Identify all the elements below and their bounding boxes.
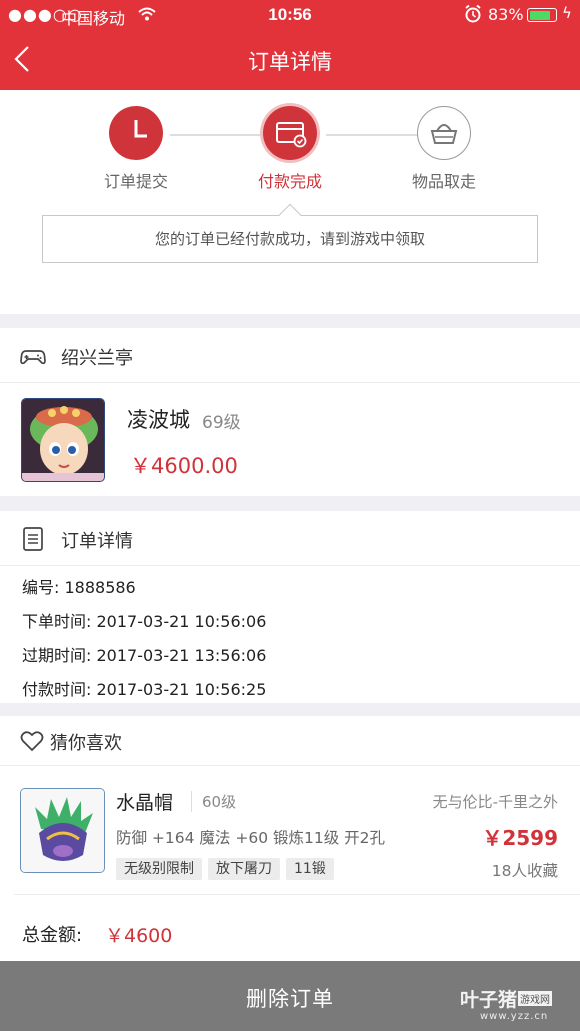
progress-connector bbox=[170, 134, 262, 136]
server-name: 绍兴兰亭 bbox=[61, 348, 133, 369]
item-tag: 11锻 bbox=[286, 858, 334, 880]
recommend-title: 猜你喜欢 bbox=[50, 733, 122, 754]
heart-icon bbox=[20, 730, 44, 752]
step-label-paid: 付款完成 bbox=[257, 172, 322, 191]
item-tag: 放下屠刀 bbox=[208, 858, 280, 880]
step-label-submitted: 订单提交 bbox=[103, 172, 168, 191]
watermark-brand: 叶子猪 bbox=[460, 989, 518, 1011]
status-bar: ●●●○○ 中国移动 10:56 83% ϟ bbox=[0, 0, 580, 30]
item-thumbnail bbox=[20, 788, 105, 873]
item-tags: 无级别限制 放下屠刀 11锻 bbox=[116, 858, 340, 880]
item-stats: 防御 +164 魔法 +60 锻炼11级 开2孔 bbox=[116, 829, 386, 847]
basket-icon bbox=[417, 106, 471, 160]
order-time: 下单时间: 2017-03-21 10:56:06 bbox=[22, 612, 267, 631]
item-level: 60级 bbox=[191, 791, 236, 812]
order-number: 编号: 1888586 bbox=[22, 578, 136, 597]
expire-time: 过期时间: 2017-03-21 13:56:06 bbox=[22, 646, 267, 665]
progress-connector bbox=[326, 134, 418, 136]
battery-percent: 83% bbox=[488, 5, 524, 24]
watermark-url: www.yzz.cn bbox=[480, 1011, 549, 1022]
clock-icon bbox=[109, 106, 163, 160]
item-server: 无与伦比-千里之外 bbox=[432, 793, 558, 811]
item-favorites: 18人收藏 bbox=[491, 862, 558, 880]
site-watermark: 叶子猪 游戏网 www.yzz.cn bbox=[460, 985, 578, 1025]
recommend-section: 猜你喜欢 水晶帽 60级 无与伦比-千里之外 防御 +164 魔法 +60 锻炼… bbox=[0, 716, 580, 961]
recommended-item[interactable]: 水晶帽 60级 无与伦比-千里之外 防御 +164 魔法 +60 锻炼11级 开… bbox=[14, 768, 580, 895]
nav-bar: 订单详情 bbox=[0, 30, 580, 90]
card-check-icon bbox=[263, 106, 317, 160]
alarm-icon bbox=[464, 4, 482, 28]
item-tag: 无级别限制 bbox=[116, 858, 202, 880]
battery-icon bbox=[527, 8, 557, 22]
item-price: ￥2599 bbox=[482, 826, 558, 850]
character-price: ￥4600.00 bbox=[130, 454, 238, 478]
server-header: 绍兴兰亭 bbox=[0, 328, 580, 383]
character-avatar bbox=[21, 398, 105, 482]
watermark-sub: 游戏网 bbox=[518, 991, 552, 1006]
document-icon bbox=[20, 526, 46, 552]
order-progress: 订单提交 付款完成 物品取走 您的订单已经付款成功，请到游戏中领取 bbox=[0, 90, 580, 314]
order-details-title: 订单详情 bbox=[61, 531, 133, 552]
battery-fill bbox=[529, 10, 551, 20]
character-section: 绍兴兰亭 凌波城 69级 ￥4600.00 bbox=[0, 328, 580, 496]
order-details-section: 订单详情 编号: 1888586 下单时间: 2017-03-21 10:56:… bbox=[0, 511, 580, 703]
character-name: 凌波城 bbox=[127, 408, 190, 432]
total-label: 总金额: bbox=[22, 925, 83, 946]
charging-icon: ϟ bbox=[562, 4, 572, 22]
pay-time: 付款时间: 2017-03-21 10:56:25 bbox=[22, 680, 267, 699]
item-name: 水晶帽 bbox=[116, 792, 174, 814]
character-level: 69级 bbox=[202, 413, 241, 433]
step-label-picked-up: 物品取走 bbox=[411, 172, 476, 191]
order-details-header: 订单详情 bbox=[0, 511, 580, 566]
total-amount: ￥4600 bbox=[105, 925, 173, 947]
recommend-header: 猜你喜欢 bbox=[0, 716, 580, 766]
page-title: 订单详情 bbox=[248, 50, 332, 74]
gamepad-icon bbox=[20, 343, 46, 369]
